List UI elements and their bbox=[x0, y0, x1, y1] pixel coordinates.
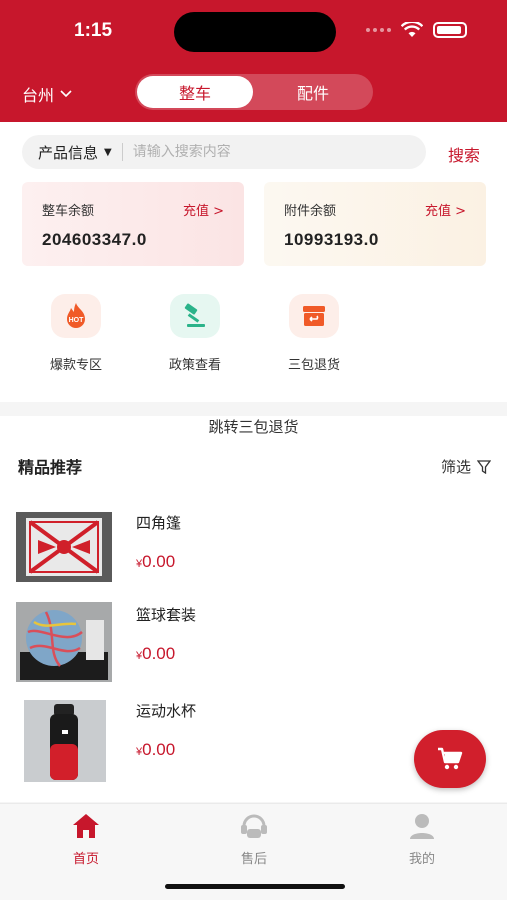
status-icons bbox=[366, 22, 467, 38]
home-icon bbox=[73, 814, 99, 838]
city-selector[interactable]: 台州 bbox=[22, 82, 72, 106]
search-bar: 产品信息 ▼ bbox=[22, 135, 426, 169]
recharge-link[interactable]: 充值 > bbox=[425, 200, 466, 219]
search-input[interactable] bbox=[132, 144, 353, 160]
tab-mine[interactable]: 我的 bbox=[382, 812, 462, 867]
tab-home[interactable]: 首页 bbox=[46, 812, 126, 867]
battery-icon bbox=[433, 22, 467, 38]
signal-icon bbox=[366, 28, 391, 32]
quick-link-label: 三包退货 bbox=[287, 358, 340, 373]
gavel-icon bbox=[170, 294, 220, 338]
product-name: 运动水杯 bbox=[136, 702, 197, 720]
product-item[interactable]: 运动水杯 ¥0.00 bbox=[16, 700, 456, 784]
tab-label: 售后 bbox=[240, 852, 267, 867]
quick-link-return[interactable]: 三包退货 bbox=[274, 294, 354, 373]
balance-value: 10993193.0 bbox=[284, 230, 379, 249]
product-price: ¥0.00 bbox=[136, 740, 176, 759]
cart-button[interactable] bbox=[414, 730, 486, 788]
filter-button[interactable]: 筛选 bbox=[441, 456, 491, 477]
search-divider bbox=[121, 143, 123, 161]
quick-link-hot[interactable]: HOT 爆款专区 bbox=[36, 294, 116, 373]
home-indicator bbox=[165, 884, 345, 889]
tab-label: 我的 bbox=[408, 852, 435, 867]
city-label: 台州 bbox=[22, 86, 55, 105]
canopy-photo bbox=[16, 512, 112, 582]
dynamic-island bbox=[174, 12, 336, 52]
tab-after-sales[interactable]: 售后 bbox=[214, 812, 294, 867]
tab-parts[interactable]: 配件 bbox=[255, 76, 371, 108]
app-header: 1:15 台州 整车 配件 bbox=[0, 0, 507, 122]
product-item[interactable]: 四角篷 ¥0.00 bbox=[16, 512, 456, 596]
tab-label: 首页 bbox=[72, 852, 99, 867]
status-time: 1:15 bbox=[74, 20, 113, 41]
product-item[interactable]: 篮球套装 ¥0.00 bbox=[16, 602, 456, 688]
caret-down-icon[interactable]: ▼ bbox=[104, 147, 112, 158]
svg-text:HOT: HOT bbox=[69, 317, 85, 324]
product-price: ¥0.00 bbox=[136, 552, 176, 571]
user-icon bbox=[410, 814, 434, 839]
tab-vehicle[interactable]: 整车 bbox=[137, 76, 253, 108]
vehicle-balance-card: 整车余额 充值 > 204603347.0 bbox=[22, 182, 244, 266]
water-bottle-photo bbox=[24, 700, 106, 782]
recharge-link[interactable]: 充值 > bbox=[183, 200, 224, 219]
search-category-select[interactable]: 产品信息 bbox=[38, 142, 98, 163]
category-switch: 整车 配件 bbox=[135, 74, 373, 110]
after-sales-icon bbox=[241, 814, 267, 838]
section-title: 精品推荐 bbox=[18, 458, 83, 477]
return-box-icon bbox=[289, 294, 339, 338]
main-content: 产品信息 ▼ 搜索 整车余额 充值 > 204603347.0 附件余额 充值 … bbox=[0, 122, 507, 402]
search-button[interactable]: 搜索 bbox=[448, 142, 480, 166]
product-price: ¥0.00 bbox=[136, 644, 176, 663]
quick-link-label: 爆款专区 bbox=[49, 358, 102, 373]
cart-icon bbox=[438, 747, 463, 770]
quick-link-policy[interactable]: 政策查看 bbox=[155, 294, 235, 373]
quick-link-label: 政策查看 bbox=[168, 358, 221, 373]
parts-balance-card: 附件余额 充值 > 10993193.0 bbox=[264, 182, 486, 266]
product-name: 四角篷 bbox=[136, 514, 182, 532]
product-name: 篮球套装 bbox=[136, 606, 197, 624]
filter-icon bbox=[477, 459, 491, 474]
jump-return-link[interactable]: 跳转三包退货 bbox=[0, 416, 507, 437]
hot-icon: HOT bbox=[51, 294, 101, 338]
chevron-down-icon bbox=[60, 90, 72, 98]
basketball-set-photo bbox=[16, 602, 112, 682]
filter-label: 筛选 bbox=[440, 458, 471, 476]
wifi-icon bbox=[401, 22, 423, 37]
balance-value: 204603347.0 bbox=[42, 230, 147, 249]
